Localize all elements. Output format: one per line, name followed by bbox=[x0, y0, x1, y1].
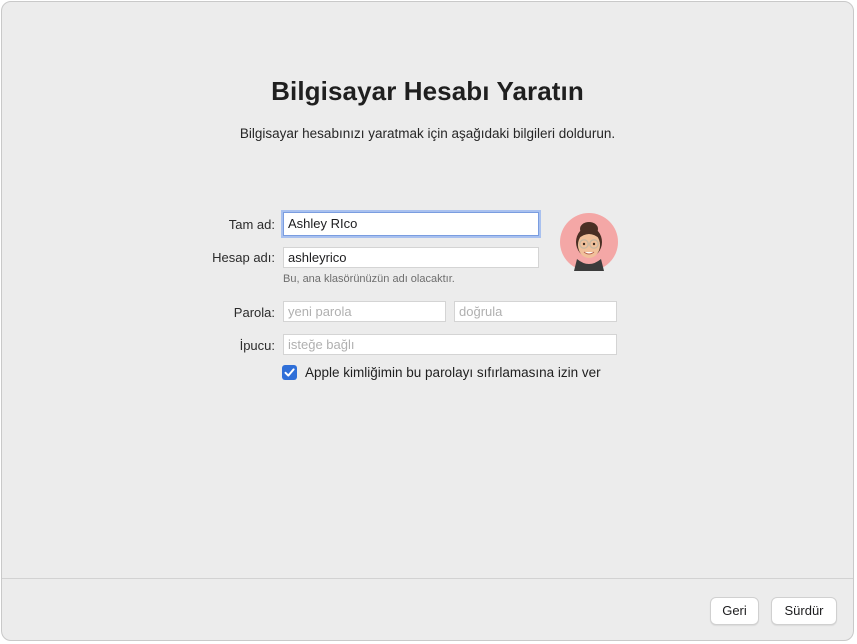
account-name-hint: Bu, ana klasörünüzün adı olacaktır. bbox=[283, 273, 455, 285]
setup-window: Bilgisayar Hesabı Yaratın Bilgisayar hes… bbox=[1, 1, 854, 641]
password-field[interactable]: yeni parola bbox=[283, 301, 446, 322]
apple-id-reset-label[interactable]: Apple kimliğimin bu parolayı sıfırlaması… bbox=[305, 365, 601, 380]
page-subtitle: Bilgisayar hesabınızı yaratmak için aşağ… bbox=[239, 126, 616, 141]
checkmark-icon bbox=[284, 368, 295, 377]
password-hint-label: İpucu: bbox=[239, 338, 275, 353]
account-name-field[interactable]: ashleyrico bbox=[283, 247, 539, 268]
account-name-label: Hesap adı: bbox=[212, 250, 275, 265]
verify-password-field[interactable]: doğrula bbox=[454, 301, 617, 322]
continue-button[interactable]: Sürdür bbox=[771, 597, 837, 625]
page-title: Bilgisayar Hesabı Yaratın bbox=[271, 76, 584, 106]
user-avatar[interactable] bbox=[560, 213, 618, 271]
memoji-avatar-icon bbox=[574, 222, 604, 271]
password-hint-field[interactable]: isteğe bağlı bbox=[283, 334, 617, 355]
apple-id-reset-checkbox[interactable] bbox=[282, 365, 297, 380]
password-label: Parola: bbox=[233, 305, 275, 320]
full-name-label: Tam ad: bbox=[228, 217, 275, 232]
full-name-field[interactable]: Ashley RIco bbox=[283, 212, 539, 236]
back-button[interactable]: Geri bbox=[710, 597, 759, 625]
footer-divider bbox=[2, 578, 853, 579]
